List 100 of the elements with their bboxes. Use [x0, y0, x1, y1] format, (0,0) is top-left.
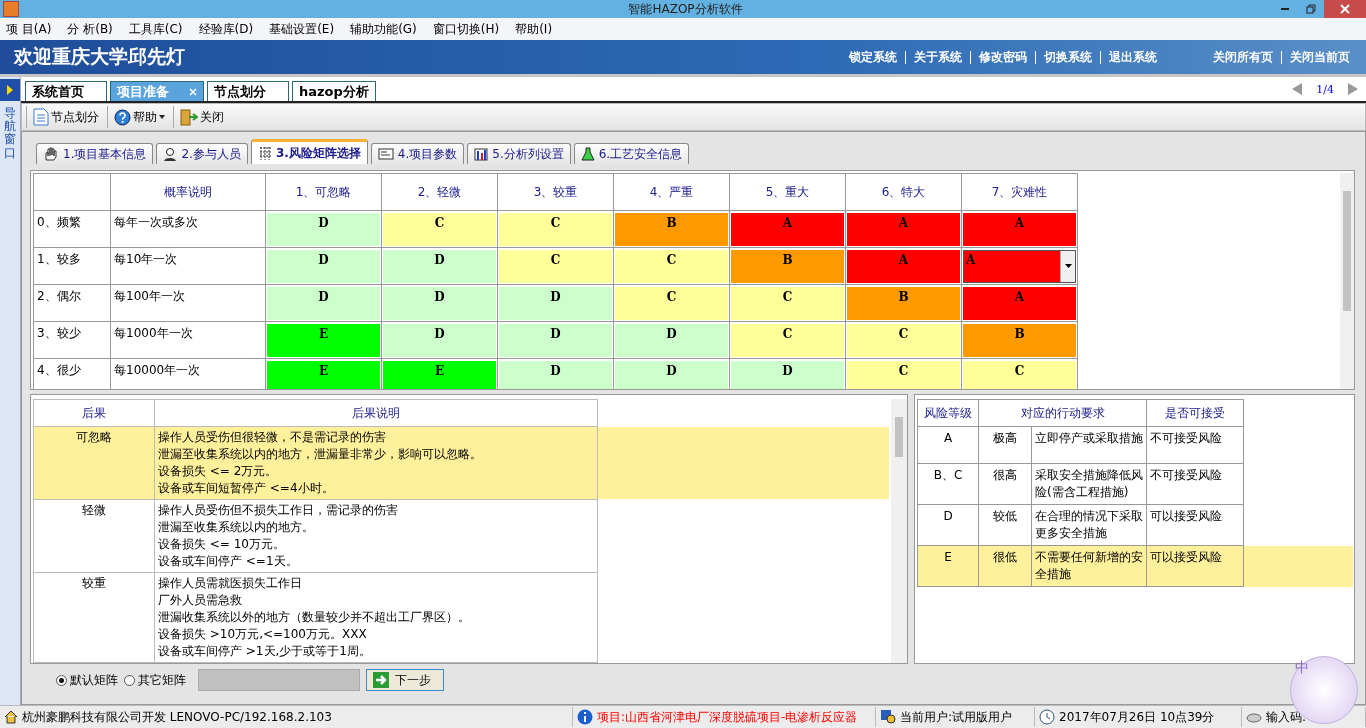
header-link[interactable]: 修改密码 [970, 50, 1035, 64]
menu-item[interactable]: 项 目(A) [6, 20, 52, 38]
header-link[interactable]: 关闭所有页 [1205, 50, 1281, 64]
grade-cell[interactable]: D [267, 286, 380, 320]
toolbar-button[interactable]: 节点划分 [26, 106, 105, 128]
menu-item[interactable]: 基础设置(E) [269, 20, 335, 38]
grade-cell[interactable]: E [267, 360, 380, 389]
step-tab[interactable]: 2.参与人员 [156, 143, 248, 164]
grade-cell[interactable]: C [731, 286, 844, 320]
menu-item[interactable]: 分 析(B) [67, 20, 113, 38]
menu-item[interactable]: 辅助功能(G) [350, 20, 417, 38]
grade-cell[interactable]: A [847, 249, 960, 283]
grade-cell[interactable]: C [615, 249, 728, 283]
person-icon [163, 147, 178, 161]
project-status-text: 项目:山西省河津电厂深度脱硫项目-电渗析反应器 [597, 708, 858, 726]
menu-item[interactable]: 帮助(I) [515, 20, 553, 38]
matrix-radio[interactable]: 默认矩阵 [56, 671, 118, 689]
likelihood-cell: 3、较少 [33, 321, 111, 359]
matrix-name-field[interactable] [198, 669, 360, 691]
close-button[interactable] [1324, 0, 1366, 18]
clock-icon [1039, 709, 1055, 725]
column-header: 3、较重 [497, 173, 614, 211]
grade-cell[interactable]: C [383, 212, 496, 246]
grade-cell[interactable]: D [731, 360, 844, 389]
step-tab[interactable]: 1.项目基本信息 [36, 143, 154, 164]
column-header: 概率说明 [110, 173, 266, 211]
grade-cell[interactable]: A [963, 212, 1076, 246]
grade-cell[interactable]: C [499, 249, 612, 283]
nav-window-label[interactable]: 导航窗口 [4, 107, 16, 160]
grade-cell[interactable]: E [383, 360, 496, 389]
scrollbar[interactable] [891, 399, 907, 663]
level-text: 很低 [978, 545, 1032, 587]
grade-cell[interactable]: E [267, 323, 380, 357]
header-link[interactable]: 退出系统 [1100, 50, 1165, 64]
grade-cell[interactable]: D [615, 360, 728, 389]
status-text: 2017年07月26日 10点39分 [1059, 708, 1215, 726]
step-tab[interactable]: 3.风险矩阵选择 [250, 139, 368, 164]
toolbar-button[interactable]: 帮助 [107, 106, 171, 128]
header-link[interactable]: 关于系统 [905, 50, 970, 64]
header-link[interactable]: 关闭当前页 [1281, 50, 1358, 64]
grade-cell[interactable]: B [615, 212, 728, 246]
card-icon [377, 148, 394, 160]
grade-cell[interactable]: A [731, 212, 844, 246]
likelihood-cell: 2、偶尔 [33, 284, 111, 322]
next-step-button[interactable]: 下一步 [366, 669, 444, 691]
grade-cell[interactable]: B [963, 323, 1076, 357]
column-header: 风险等级 [917, 399, 979, 427]
grade-cell[interactable]: D [499, 286, 612, 320]
menu-item[interactable]: 经验库(D) [198, 20, 254, 38]
grade-cell[interactable]: D [267, 249, 380, 283]
grade-cell[interactable]: C [615, 286, 728, 320]
document-tab[interactable]: 系统首页 [25, 81, 107, 101]
radio-icon[interactable] [124, 674, 135, 686]
grade-dropdown[interactable]: A [963, 249, 1076, 283]
expand-nav-button[interactable] [0, 79, 20, 101]
grade-cell[interactable]: D [499, 323, 612, 357]
level-text: 较低 [978, 504, 1032, 546]
grade-cell[interactable]: D [615, 323, 728, 357]
next-page-icon[interactable] [1348, 83, 1358, 95]
header-link[interactable]: 切换系统 [1035, 50, 1100, 64]
close-icon [1340, 4, 1350, 14]
action-text: 在合理的情况下采取更多安全措施 [1031, 504, 1147, 546]
grade-cell[interactable]: A [847, 212, 960, 246]
grade-cell[interactable]: B [731, 249, 844, 283]
grade-cell[interactable]: D [499, 360, 612, 389]
step-tab[interactable]: 6.工艺安全信息 [573, 143, 690, 164]
exit-door-icon [180, 108, 198, 126]
action-text: 立即停产或采取措施 [1031, 426, 1147, 464]
column-header: 4、严重 [613, 173, 730, 211]
column-header: 1、可忽略 [265, 173, 382, 211]
grade-cell[interactable]: C [963, 360, 1076, 389]
step-tab[interactable]: 4.项目参数 [370, 143, 465, 164]
grade-cell[interactable]: A [963, 286, 1076, 320]
acceptability-text: 可以接受风险 [1146, 545, 1244, 587]
grade-cell[interactable]: C [731, 323, 844, 357]
menu-item[interactable]: 窗口切换(H) [432, 20, 500, 38]
document-tab[interactable]: hazop分析 [292, 81, 376, 101]
radio-icon[interactable] [56, 674, 67, 686]
header-link[interactable]: 锁定系统 [841, 50, 905, 64]
column-header: 是否可接受 [1146, 399, 1244, 427]
menu-item[interactable]: 工具库(C) [128, 20, 183, 38]
grade-cell[interactable]: C [847, 323, 960, 357]
consequence-cell: 较重 [33, 572, 155, 663]
toolbar-button[interactable]: 关闭 [173, 106, 230, 128]
document-tab[interactable]: 节点划分 [207, 81, 289, 101]
grade-cell[interactable]: D [267, 212, 380, 246]
page-indicator: 1/4 [1316, 82, 1334, 96]
action-text: 采取安全措施降低风险(需含工程措施) [1031, 463, 1147, 505]
step-tab[interactable]: 5.分析列设置 [467, 143, 571, 164]
grade-cell[interactable]: D [383, 249, 496, 283]
previous-page-icon[interactable] [1292, 83, 1303, 95]
grade-cell[interactable]: D [383, 323, 496, 357]
description-cell: 操作人员需就医损失工作日 厂外人员需急救 泄漏收集系统以外的地方（数量较少并不超出工厂界区）。 设备损失 >10万元,<=100万元。XXX 设备或车间停产 >1天,少于或等于1周。 [154, 572, 598, 663]
matrix-radio[interactable]: 其它矩阵 [124, 671, 186, 689]
grade-cell[interactable]: C [847, 360, 960, 389]
grade-cell[interactable]: B [847, 286, 960, 320]
scrollbar[interactable] [1340, 173, 1354, 389]
grade-cell[interactable]: D [383, 286, 496, 320]
likelihood-cell: 每年一次或多次 [110, 210, 266, 248]
grade-cell[interactable]: C [499, 212, 612, 246]
